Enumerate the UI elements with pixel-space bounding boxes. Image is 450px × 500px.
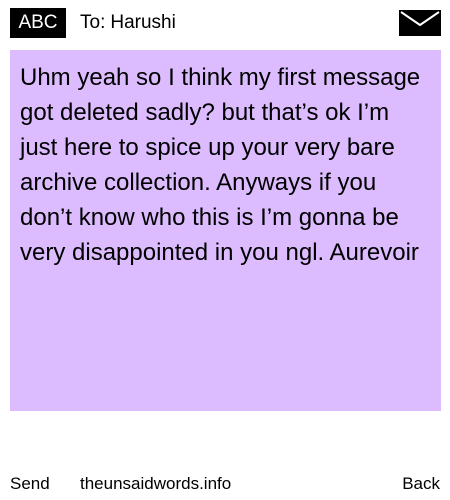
recipient-name: Harushi (110, 12, 176, 33)
back-button[interactable]: Back (402, 470, 440, 498)
recipient-line: To: Harushi (80, 8, 176, 38)
send-button[interactable]: Send (10, 470, 50, 498)
softkey-bar: Send theunsaidwords.info Back (0, 470, 450, 498)
message-body[interactable]: Uhm yeah so I think my first message got… (10, 50, 441, 411)
site-link[interactable]: theunsaidwords.info (80, 470, 231, 498)
envelope-icon[interactable] (399, 10, 441, 36)
message-text: Uhm yeah so I think my first message got… (20, 64, 421, 266)
input-mode-badge: ABC (10, 8, 66, 38)
message-header: ABC To: Harushi (0, 0, 450, 44)
to-label: To: (80, 12, 106, 33)
